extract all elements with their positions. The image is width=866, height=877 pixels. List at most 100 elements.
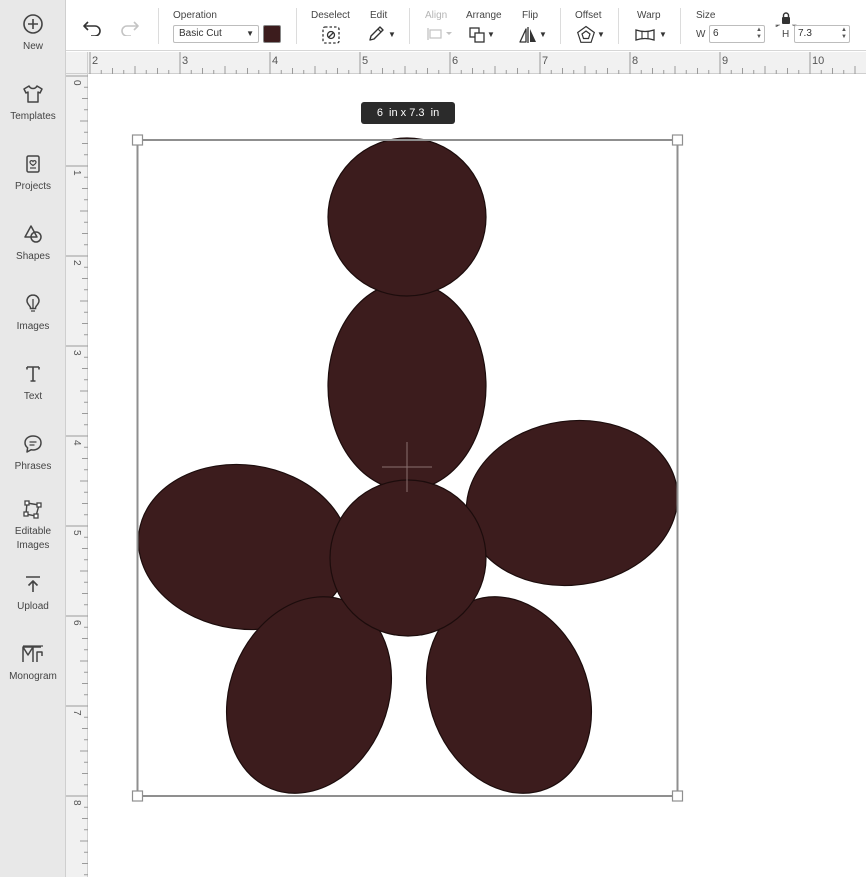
operation-color-swatch[interactable] <box>263 25 281 43</box>
warp-label: Warp <box>637 10 661 21</box>
operation-label: Operation <box>173 10 217 21</box>
ruler-left: 0 1 2 3 4 5 6 7 8 <box>66 74 88 877</box>
top-toolbar: Operation Basic Cut ▼ Deselect Edit ▼ Al… <box>66 0 866 51</box>
ruler-left-number: 2 <box>71 260 82 266</box>
flower-shape-group[interactable] <box>128 137 689 818</box>
align-button[interactable] <box>426 27 454 46</box>
flower-right-petal[interactable] <box>456 407 689 599</box>
redo-icon[interactable] <box>118 18 140 36</box>
editable-images-icon <box>23 500 42 519</box>
toolbar-separator <box>296 8 297 44</box>
resize-handle-bottom-left[interactable] <box>131 790 144 802</box>
tshirt-icon <box>23 85 43 103</box>
ruler-top-number: 8 <box>632 55 638 67</box>
height-input[interactable]: 7.3 ▲ ▼ <box>794 25 850 43</box>
deselect-button[interactable] <box>321 25 341 45</box>
sidebar-item-phrases[interactable]: Phrases <box>0 432 66 474</box>
flower-top-petal[interactable] <box>327 137 487 297</box>
resize-handle-top-right[interactable] <box>671 134 684 146</box>
monogram-icon <box>22 645 43 662</box>
sidebar-item-label: New <box>22 41 43 52</box>
offset-button[interactable] <box>576 25 596 50</box>
text-icon <box>26 366 40 382</box>
app-window: New Templates Projects Shapes Images Tex… <box>0 0 866 877</box>
ruler-top-number: 2 <box>92 55 98 67</box>
plus-circle-icon <box>23 14 43 34</box>
ruler-top: 2 3 4 5 6 7 8 9 10 <box>88 52 866 74</box>
sidebar-item-label: Projects <box>14 181 52 192</box>
sidebar-item-label: Templates <box>10 111 56 122</box>
deselect-label: Deselect <box>311 10 350 21</box>
ruler-left-number: 0 <box>71 80 82 86</box>
width-label: W <box>696 29 706 40</box>
sidebar-item-templates[interactable]: Templates <box>0 82 66 124</box>
ruler-top-ticks: 2 3 4 5 6 7 8 9 10 <box>89 52 856 74</box>
stepper-icon[interactable]: ▲ ▼ <box>841 27 847 41</box>
sidebar-item-text[interactable]: Text <box>0 362 66 404</box>
sidebar-item-images[interactable]: Images <box>0 292 66 334</box>
ruler-left-number: 6 <box>71 620 82 626</box>
ruler-top-number: 10 <box>812 55 824 67</box>
sidebar-item-label: Text <box>23 391 43 402</box>
ruler-left-number: 8 <box>71 800 82 806</box>
toolbar-separator <box>560 8 561 44</box>
toolbar-separator <box>618 8 619 44</box>
sidebar-item-upload[interactable]: Upload <box>0 572 66 614</box>
sidebar-item-projects[interactable]: Projects <box>0 152 66 194</box>
edit-button[interactable] <box>367 25 387 48</box>
sidebar-item-label: Phrases <box>14 461 52 472</box>
resize-handle-top-left[interactable] <box>131 134 144 146</box>
sidebar-item-label: Editable Images <box>14 526 52 551</box>
align-label: Align <box>425 10 448 21</box>
upload-icon <box>26 576 40 592</box>
warp-icon <box>635 29 655 41</box>
canvas-drawing <box>128 134 689 818</box>
width-input[interactable]: 6 ▲ ▼ <box>709 25 765 43</box>
pencil-icon <box>369 26 384 41</box>
operation-value: Basic Cut <box>179 28 222 39</box>
height-value: 7.3 <box>798 28 812 39</box>
chevron-down-icon: ▼ <box>597 30 605 39</box>
ruler-left-number: 1 <box>71 170 82 176</box>
toolbar-separator <box>680 8 681 44</box>
flower-center[interactable] <box>329 479 487 637</box>
width-value: 6 <box>713 28 719 39</box>
arrange-button[interactable] <box>468 26 486 49</box>
sidebar-item-editable-images[interactable]: Editable Images <box>0 497 66 553</box>
flip-button[interactable] <box>518 25 538 50</box>
offset-label: Offset <box>575 10 602 21</box>
ruler-top-number: 6 <box>452 55 458 67</box>
warp-button[interactable] <box>634 28 656 47</box>
ruler-left-number: 3 <box>71 350 82 356</box>
chevron-down-icon: ▼ <box>487 30 495 39</box>
chevron-down-icon: ▼ <box>659 30 667 39</box>
ruler-top-number: 4 <box>272 55 278 67</box>
flip-label: Flip <box>522 10 539 21</box>
sidebar-item-label: Shapes <box>16 251 50 262</box>
ruler-left-number: 4 <box>71 440 82 446</box>
lightbulb-icon <box>26 294 40 312</box>
ruler-top-number: 3 <box>182 55 188 67</box>
ruler-left-number: 5 <box>71 530 82 536</box>
stepper-icon[interactable]: ▲ ▼ <box>756 27 762 41</box>
height-label: H <box>782 29 790 40</box>
ruler-top-number: 5 <box>362 55 368 67</box>
speech-bubble-icon <box>24 435 42 453</box>
flip-icon <box>519 27 536 43</box>
sidebar-item-shapes[interactable]: Shapes <box>0 222 66 264</box>
ruler-corner <box>66 52 88 74</box>
sidebar-item-new[interactable]: New <box>0 12 66 54</box>
undo-icon[interactable] <box>82 18 104 36</box>
left-sidebar: New Templates Projects Shapes Images Tex… <box>0 0 66 877</box>
toolbar-separator <box>158 8 159 44</box>
operation-select[interactable]: Basic Cut ▼ <box>173 25 259 43</box>
ruler-left-number: 7 <box>71 710 82 716</box>
sidebar-item-monogram[interactable]: Monogram <box>0 642 66 684</box>
offset-icon <box>576 25 596 43</box>
arrange-icon <box>469 27 485 43</box>
sidebar-item-label: Images <box>16 321 50 332</box>
design-canvas[interactable]: 6 in x 7.3 in <box>89 75 866 877</box>
resize-handle-bottom-right[interactable] <box>671 790 684 802</box>
ruler-left-ticks: 0 1 2 3 4 5 6 7 8 <box>66 75 88 876</box>
ruler-top-number: 9 <box>722 55 728 67</box>
